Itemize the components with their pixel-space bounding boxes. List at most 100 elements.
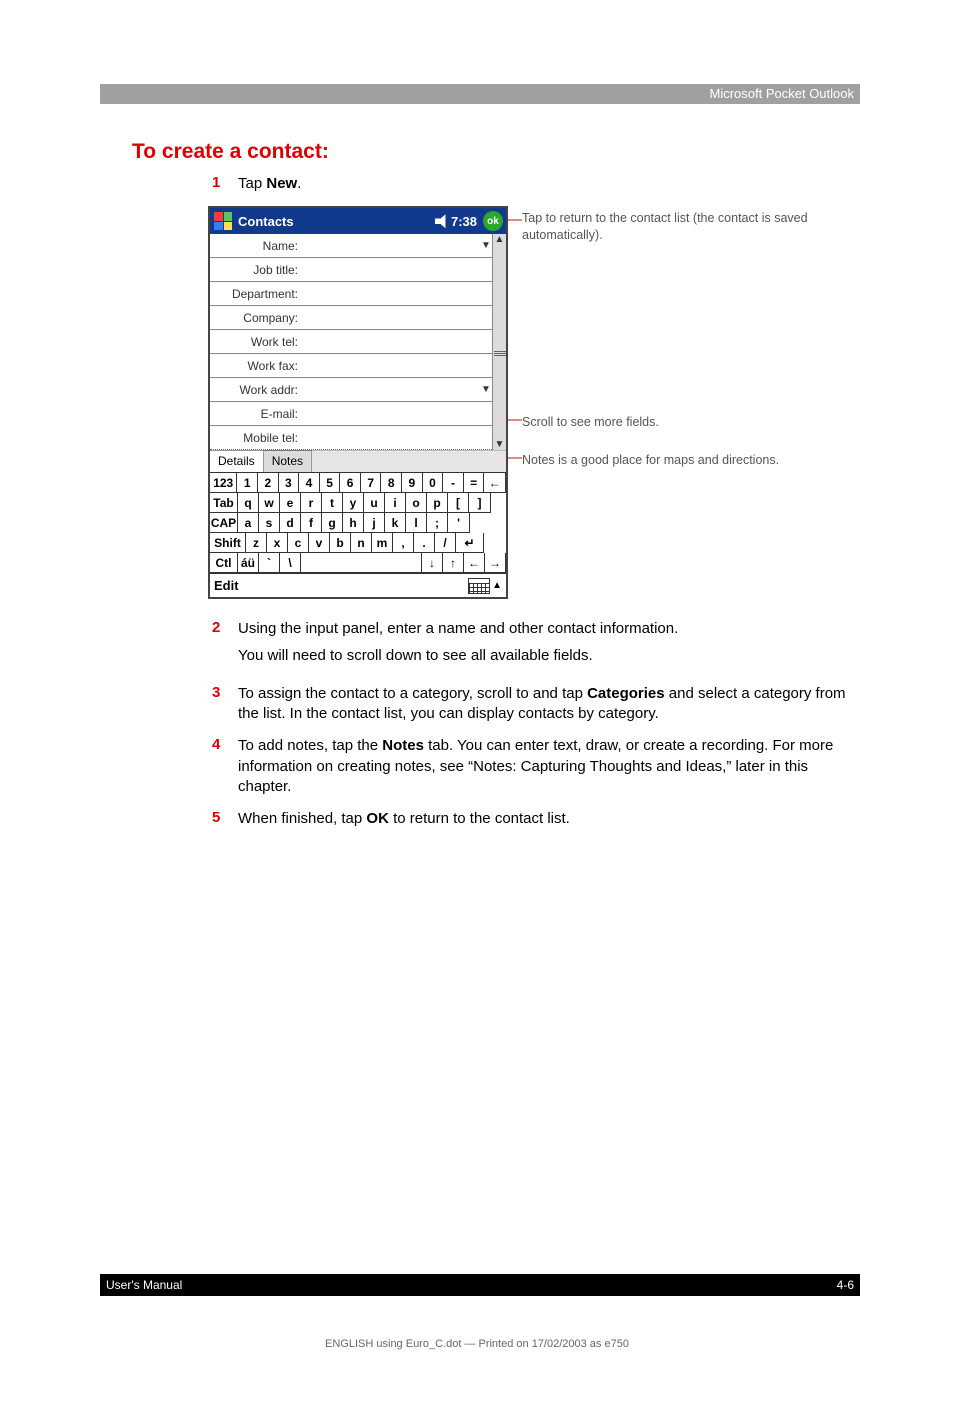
- key-8[interactable]: 8: [381, 473, 402, 493]
- field-jobtitle[interactable]: Job title:: [210, 258, 506, 282]
- start-icon[interactable]: [212, 210, 234, 232]
- key-y[interactable]: y: [343, 493, 364, 513]
- key-6[interactable]: 6: [340, 473, 361, 493]
- key-enter[interactable]: ↵: [456, 533, 484, 553]
- edit-menu[interactable]: Edit: [214, 578, 239, 593]
- chevron-down-icon[interactable]: ▼: [480, 240, 492, 251]
- scroll-grip-icon[interactable]: [494, 351, 506, 361]
- field-workfax[interactable]: Work fax:: [210, 354, 506, 378]
- soft-keyboard[interactable]: 123 1 2 3 4 5 6 7 8 9 0 - = ←: [210, 472, 506, 573]
- tab-details[interactable]: Details: [210, 450, 264, 472]
- field-department[interactable]: Department:: [210, 282, 506, 306]
- callout-leaders: [508, 206, 538, 606]
- key-p[interactable]: p: [427, 493, 448, 513]
- tab-notes[interactable]: Notes: [264, 450, 312, 472]
- app-title: Contacts: [238, 214, 435, 229]
- key-grave[interactable]: `: [259, 553, 280, 573]
- key-v[interactable]: v: [309, 533, 330, 553]
- key-a[interactable]: a: [238, 513, 259, 533]
- key-c[interactable]: c: [288, 533, 309, 553]
- key-h[interactable]: h: [343, 513, 364, 533]
- field-company[interactable]: Company:: [210, 306, 506, 330]
- key-d[interactable]: d: [280, 513, 301, 533]
- key-j[interactable]: j: [364, 513, 385, 533]
- scroll-down-icon[interactable]: ▼: [495, 439, 505, 450]
- label-workfax: Work fax:: [210, 359, 302, 373]
- key-g[interactable]: g: [322, 513, 343, 533]
- header-section: Microsoft Pocket Outlook: [710, 86, 855, 101]
- key-o[interactable]: o: [406, 493, 427, 513]
- step-2-line2: You will need to scroll down to see all …: [238, 646, 678, 666]
- key-t[interactable]: t: [322, 493, 343, 513]
- key-m[interactable]: m: [372, 533, 393, 553]
- step-4-bold: Notes: [382, 737, 424, 754]
- key-comma[interactable]: ,: [393, 533, 414, 553]
- label-name: Name:: [210, 239, 302, 253]
- key-right[interactable]: →: [485, 553, 506, 573]
- key-9[interactable]: 9: [402, 473, 423, 493]
- key-1[interactable]: 1: [237, 473, 258, 493]
- key-z[interactable]: z: [246, 533, 267, 553]
- key-u[interactable]: u: [364, 493, 385, 513]
- key-eq[interactable]: =: [464, 473, 485, 493]
- key-s[interactable]: s: [259, 513, 280, 533]
- step-1: 1 Tap New.: [212, 174, 852, 194]
- key-backslash[interactable]: \: [280, 553, 301, 573]
- sip-arrow-icon[interactable]: ▲: [492, 580, 502, 591]
- field-email[interactable]: E-mail:: [210, 402, 506, 426]
- field-mobiletel[interactable]: Mobile tel:: [210, 426, 506, 450]
- field-name[interactable]: Name: ▼: [210, 234, 506, 258]
- key-semi[interactable]: ;: [427, 513, 448, 533]
- title-bar: Contacts 7:38 ok: [210, 208, 506, 234]
- key-tab[interactable]: Tab: [210, 493, 238, 513]
- key-x[interactable]: x: [267, 533, 288, 553]
- key-lbr[interactable]: [: [448, 493, 469, 513]
- ok-button[interactable]: ok: [483, 211, 503, 231]
- key-r[interactable]: r: [301, 493, 322, 513]
- key-123[interactable]: 123: [210, 473, 237, 493]
- key-rbr[interactable]: ]: [469, 493, 491, 513]
- label-workaddr: Work addr:: [210, 383, 302, 397]
- key-backspace[interactable]: ←: [484, 473, 506, 493]
- field-workaddr[interactable]: Work addr: ▼: [210, 378, 506, 402]
- key-left[interactable]: ←: [464, 553, 485, 573]
- key-e[interactable]: e: [280, 493, 301, 513]
- key-n[interactable]: n: [351, 533, 372, 553]
- key-4[interactable]: 4: [299, 473, 320, 493]
- key-period[interactable]: .: [414, 533, 435, 553]
- key-3[interactable]: 3: [279, 473, 300, 493]
- key-dash[interactable]: -: [443, 473, 464, 493]
- key-b[interactable]: b: [330, 533, 351, 553]
- key-up[interactable]: ↑: [443, 553, 464, 573]
- key-l[interactable]: l: [406, 513, 427, 533]
- key-w[interactable]: w: [259, 493, 280, 513]
- key-f[interactable]: f: [301, 513, 322, 533]
- callout-ok: Tap to return to the contact list (the c…: [522, 210, 882, 243]
- key-2[interactable]: 2: [258, 473, 279, 493]
- key-0[interactable]: 0: [423, 473, 444, 493]
- chevron-down-icon[interactable]: ▼: [480, 384, 492, 395]
- key-ctl[interactable]: Ctl: [210, 553, 238, 573]
- label-worktel: Work tel:: [210, 335, 302, 349]
- speaker-icon[interactable]: [435, 214, 449, 228]
- step-3-pre: To assign the contact to a category, scr…: [238, 685, 587, 702]
- step-5-bold: OK: [366, 810, 389, 827]
- key-k[interactable]: k: [385, 513, 406, 533]
- key-i[interactable]: i: [385, 493, 406, 513]
- scroll-up-icon[interactable]: ▲: [495, 234, 505, 245]
- key-5[interactable]: 5: [320, 473, 341, 493]
- key-7[interactable]: 7: [361, 473, 382, 493]
- key-shift[interactable]: Shift: [210, 533, 246, 553]
- key-apos[interactable]: ': [448, 513, 470, 533]
- key-down[interactable]: ↓: [422, 553, 443, 573]
- scrollbar[interactable]: ▲ ▼: [492, 234, 506, 450]
- key-slash[interactable]: /: [435, 533, 456, 553]
- key-accent[interactable]: áü: [238, 553, 259, 573]
- step-2-line1: Using the input panel, enter a name and …: [238, 619, 678, 639]
- sip-icon[interactable]: [468, 578, 490, 594]
- field-worktel[interactable]: Work tel:: [210, 330, 506, 354]
- step-1-pre: Tap: [238, 175, 266, 192]
- key-space[interactable]: [301, 553, 422, 573]
- key-q[interactable]: q: [238, 493, 259, 513]
- key-cap[interactable]: CAP: [210, 513, 238, 533]
